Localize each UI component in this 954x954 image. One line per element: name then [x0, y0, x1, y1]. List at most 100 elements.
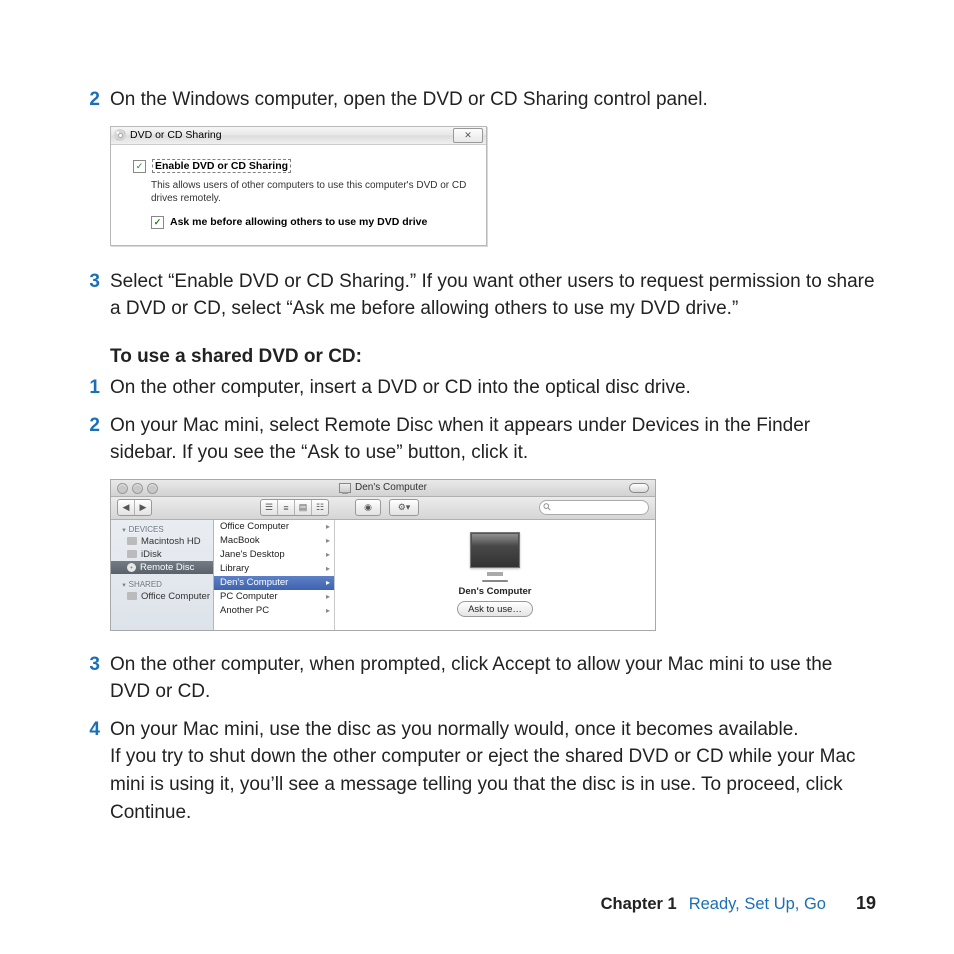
enable-sharing-description: This allows users of other computers to … [151, 179, 472, 205]
computer-icon [470, 532, 520, 568]
finder-title-text: Den's Computer [355, 482, 427, 493]
finder-preview-pane: Den's Computer Ask to use… [335, 520, 655, 630]
page-footer: Chapter 1 Ready, Set Up, Go 19 [601, 893, 876, 914]
monitor-stand-icon [487, 572, 503, 576]
sub-heading-row: To use a shared DVD or CD: [78, 343, 876, 371]
chevron-right-icon: ▸ [326, 578, 330, 587]
chevron-right-icon: ▸ [326, 522, 330, 531]
document-page: 2 On the Windows computer, open the DVD … [0, 0, 954, 826]
coverflow-view-button[interactable]: ☷ [312, 500, 328, 515]
list-item-label: Another PC [220, 605, 269, 616]
sub-heading: To use a shared DVD or CD: [110, 343, 876, 371]
search-field[interactable]: ⚲ [539, 500, 649, 515]
finder-toolbar: ◀ ▶ ☰ ≡ ▤ ☷ ◉ ⚙▾ ⚲ [111, 497, 655, 520]
disc-icon [127, 563, 136, 572]
sidebar-item-remote-disc[interactable]: Remote Disc [111, 561, 213, 574]
ask-me-row[interactable]: ✓ Ask me before allowing others to use m… [151, 215, 472, 229]
list-item[interactable]: MacBook▸ [214, 534, 334, 548]
enable-sharing-label: Enable DVD or CD Sharing [152, 159, 291, 173]
list-item-label: Library [220, 563, 249, 574]
windows-dvd-sharing-dialog: DVD or CD Sharing ✕ ✓ Enable DVD or CD S… [110, 126, 487, 246]
zoom-dot-icon[interactable] [147, 483, 158, 494]
finder-sidebar: DEVICES Macintosh HD iDisk Remote Disc S… [111, 520, 214, 630]
minimize-dot-icon[interactable] [132, 483, 143, 494]
step-number-spacer [78, 343, 110, 371]
sidebar-section-devices[interactable]: DEVICES [111, 523, 213, 535]
sidebar-item-macintosh-hd[interactable]: Macintosh HD [111, 535, 213, 548]
list-item[interactable]: Another PC ▸ [214, 604, 334, 618]
step-number: 2 [78, 412, 110, 467]
list-item[interactable]: Library▸ [214, 562, 334, 576]
chapter-label: Chapter 1 [601, 895, 677, 914]
ask-me-label: Ask me before allowing others to use my … [170, 216, 427, 228]
computer-icon [339, 483, 351, 493]
step-a2: 2 On the Windows computer, open the DVD … [78, 86, 876, 114]
step-text: On the other computer, when prompted, cl… [110, 651, 876, 706]
enable-sharing-row[interactable]: ✓ Enable DVD or CD Sharing [133, 159, 472, 173]
checkbox-icon[interactable]: ✓ [133, 160, 146, 173]
column-view-button[interactable]: ▤ [295, 500, 312, 515]
computer-icon [127, 592, 137, 600]
preview-name: Den's Computer [459, 586, 532, 597]
dialog-body: ✓ Enable DVD or CD Sharing This allows u… [111, 145, 486, 245]
toolbar-toggle-pill[interactable] [629, 483, 649, 493]
dialog-titlebar: DVD or CD Sharing ✕ [111, 127, 486, 145]
step-number: 2 [78, 86, 110, 114]
chevron-right-icon: ▸ [326, 606, 330, 615]
finder-content: DEVICES Macintosh HD iDisk Remote Disc S… [111, 520, 655, 630]
finder-column-list: Office Computer ▸ MacBook▸ Jane's Desktop… [214, 520, 335, 630]
view-switch[interactable]: ☰ ≡ ▤ ☷ [260, 499, 329, 516]
gear-icon[interactable]: ⚙▾ [390, 500, 418, 515]
step-b2: 2 On your Mac mini, select Remote Disc w… [78, 412, 876, 467]
chevron-right-icon: ▸ [326, 592, 330, 601]
disc-icon [114, 129, 126, 141]
step-text: Select “Enable DVD or CD Sharing.” If yo… [110, 268, 876, 323]
eye-icon[interactable]: ◉ [356, 500, 380, 515]
dialog-title: DVD or CD Sharing [130, 129, 222, 141]
list-item-label: Office Computer [220, 521, 289, 532]
close-button[interactable]: ✕ [453, 128, 483, 143]
list-item-label: Jane's Desktop [220, 549, 285, 560]
sidebar-section-shared[interactable]: SHARED [111, 578, 213, 590]
sidebar-item-idisk[interactable]: iDisk [111, 548, 213, 561]
list-item-label: Den's Computer [220, 577, 288, 588]
step-number: 3 [78, 651, 110, 706]
chevron-right-icon: ▸ [326, 550, 330, 559]
list-view-button[interactable]: ≡ [278, 500, 295, 515]
sidebar-item-label: Remote Disc [140, 562, 194, 573]
nav-back-forward[interactable]: ◀ ▶ [117, 499, 152, 516]
step-b3: 3 On the other computer, when prompted, … [78, 651, 876, 706]
list-item[interactable]: PC Computer ▸ [214, 590, 334, 604]
step-b1: 1 On the other computer, insert a DVD or… [78, 374, 876, 402]
list-item-selected[interactable]: Den's Computer ▸ [214, 576, 334, 590]
sidebar-item-label: Office Computer [141, 591, 210, 602]
sidebar-item-office-computer[interactable]: Office Computer [111, 590, 213, 603]
close-dot-icon[interactable] [117, 483, 128, 494]
step-text: On the other computer, insert a DVD or C… [110, 374, 876, 402]
window-controls [117, 483, 158, 494]
drive-icon [127, 537, 137, 545]
page-number: 19 [856, 893, 876, 914]
forward-button[interactable]: ▶ [135, 500, 151, 515]
sidebar-item-label: Macintosh HD [141, 536, 201, 547]
step-number: 3 [78, 268, 110, 323]
step-text-line: On your Mac mini, use the disc as you no… [110, 719, 799, 740]
step-text: On your Mac mini, use the disc as you no… [110, 716, 876, 826]
icon-view-button[interactable]: ☰ [261, 500, 278, 515]
action-menu-button[interactable]: ⚙▾ [389, 499, 419, 516]
list-item[interactable]: Jane's Desktop ▸ [214, 548, 334, 562]
back-button[interactable]: ◀ [118, 500, 135, 515]
finder-window: Den's Computer ◀ ▶ ☰ ≡ ▤ ☷ ◉ ⚙▾ [110, 479, 656, 631]
step-text: On the Windows computer, open the DVD or… [110, 86, 876, 114]
checkbox-icon[interactable]: ✓ [151, 216, 164, 229]
list-item[interactable]: Office Computer ▸ [214, 520, 334, 534]
step-text-extra: If you try to shut down the other comput… [110, 746, 856, 822]
step-number: 1 [78, 374, 110, 402]
search-icon: ⚲ [541, 501, 554, 514]
chapter-title: Ready, Set Up, Go [689, 895, 826, 914]
step-a3: 3 Select “Enable DVD or CD Sharing.” If … [78, 268, 876, 323]
ask-to-use-button[interactable]: Ask to use… [457, 601, 533, 617]
finder-title: Den's Computer [339, 482, 427, 493]
quicklook-button[interactable]: ◉ [355, 499, 381, 516]
list-item-label: PC Computer [220, 591, 278, 602]
